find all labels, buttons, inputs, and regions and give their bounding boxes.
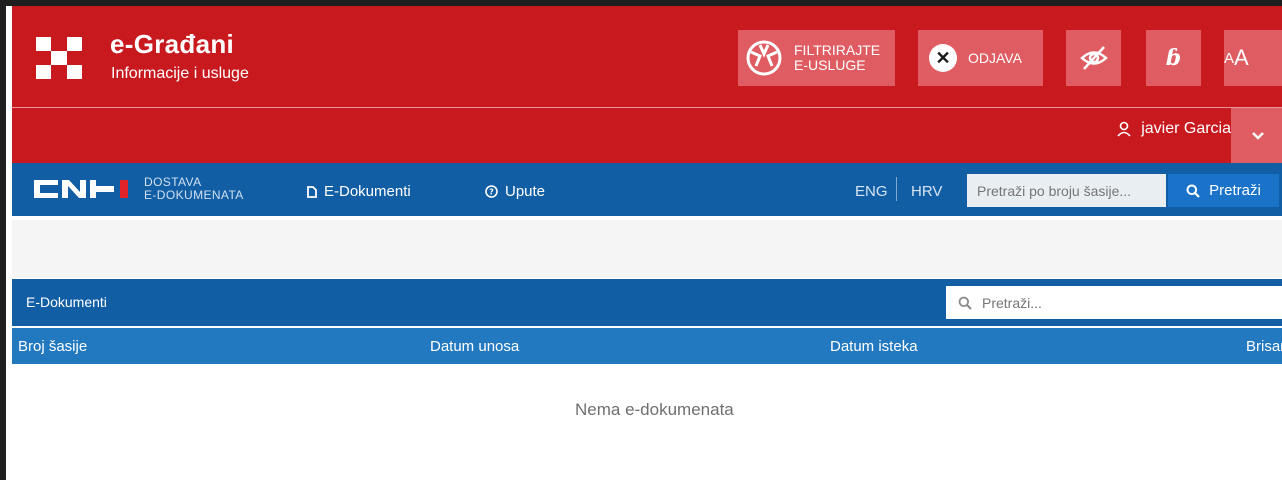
- documents-panel-header: E-Dokumenti: [12, 279, 1282, 326]
- content-spacer: [12, 220, 1282, 278]
- chassis-search-input[interactable]: [967, 174, 1166, 207]
- documents-table-body: Nema e-dokumenata: [12, 364, 1282, 480]
- nav-edokumenti-label: E-Dokumenti: [324, 183, 411, 200]
- cvh-logo-text: DOSTAVA E-DOKUMENATA: [144, 176, 244, 202]
- cvh-logo-line2: E-DOKUMENATA: [144, 188, 244, 202]
- search-icon: [1186, 184, 1200, 198]
- browser-frame-top: [0, 0, 1282, 6]
- filter-label-line2: E-USLUGE: [794, 57, 866, 73]
- text-size-large-icon: A: [1234, 45, 1249, 70]
- document-icon: [307, 185, 317, 198]
- cvh-logo[interactable]: [32, 178, 132, 200]
- documents-table-header: Broj šasije Datum unosa Datum isteka Bri…: [12, 328, 1282, 364]
- eye-slash-icon: [1079, 46, 1108, 70]
- filter-services-button[interactable]: FILTRIRAJTE E-USLUGE: [738, 30, 895, 86]
- nav-upute-link[interactable]: ? Upute: [485, 183, 545, 200]
- brand-subtitle: Informacije i usluge: [111, 65, 249, 82]
- user-icon: [1117, 121, 1131, 137]
- chassis-search-label: Pretraži: [1209, 182, 1261, 199]
- column-header-entry-date[interactable]: Datum unosa: [430, 338, 519, 355]
- documents-search-box[interactable]: [946, 286, 1282, 319]
- documents-panel-title: E-Dokumenti: [26, 294, 107, 310]
- lang-divider: [896, 177, 897, 201]
- logout-button[interactable]: ✕ ODJAVA: [918, 30, 1043, 86]
- hide-visibility-button[interactable]: [1066, 30, 1121, 86]
- column-header-chassis[interactable]: Broj šasije: [18, 338, 87, 355]
- header-divider: [12, 107, 1282, 108]
- close-circle-icon: ✕: [929, 44, 957, 72]
- search-icon: [958, 296, 972, 310]
- checkerboard-logo-icon[interactable]: [36, 37, 82, 79]
- dyslexia-font-button[interactable]: ɓ: [1146, 30, 1201, 86]
- egradani-header: e-Građani Informacije i usluge FILTRIRAJ…: [12, 6, 1282, 163]
- lang-eng-link[interactable]: ENG: [855, 183, 888, 200]
- chevron-down-icon: [1251, 131, 1264, 140]
- svg-text:?: ?: [489, 188, 494, 197]
- logout-label: ODJAVA: [968, 50, 1022, 66]
- filter-label-line1: FILTRIRAJTE: [794, 42, 881, 58]
- text-size-button[interactable]: AA: [1224, 30, 1282, 86]
- brand-title[interactable]: e-Građani: [110, 29, 234, 60]
- browser-frame: e-Građani Informacije i usluge FILTRIRAJ…: [0, 0, 1282, 480]
- nav-upute-label: Upute: [505, 183, 546, 200]
- lang-hrv-link[interactable]: HRV: [911, 183, 942, 200]
- globe-filter-icon: [746, 40, 782, 76]
- user-name[interactable]: javier Garcia: [1141, 120, 1231, 138]
- main-navbar: DOSTAVA E-DOKUMENATA E-Dokumenti ? Upute…: [12, 163, 1282, 216]
- user-menu[interactable]: javier Garcia: [1117, 120, 1231, 138]
- user-menu-toggle[interactable]: [1231, 108, 1282, 163]
- help-circle-icon: ?: [485, 185, 498, 198]
- column-header-delete: Brisanje: [1246, 338, 1282, 355]
- column-header-expiry-date[interactable]: Datum isteka: [830, 338, 918, 355]
- empty-state-message: Nema e-dokumenata: [575, 400, 734, 419]
- documents-search-input[interactable]: [980, 293, 1264, 312]
- chassis-search-button[interactable]: Pretraži: [1168, 174, 1279, 207]
- nav-edokumenti-link[interactable]: E-Dokumenti: [307, 183, 411, 200]
- dyslexia-icon: ɓ: [1165, 45, 1182, 71]
- text-size-small-icon: A: [1224, 49, 1235, 67]
